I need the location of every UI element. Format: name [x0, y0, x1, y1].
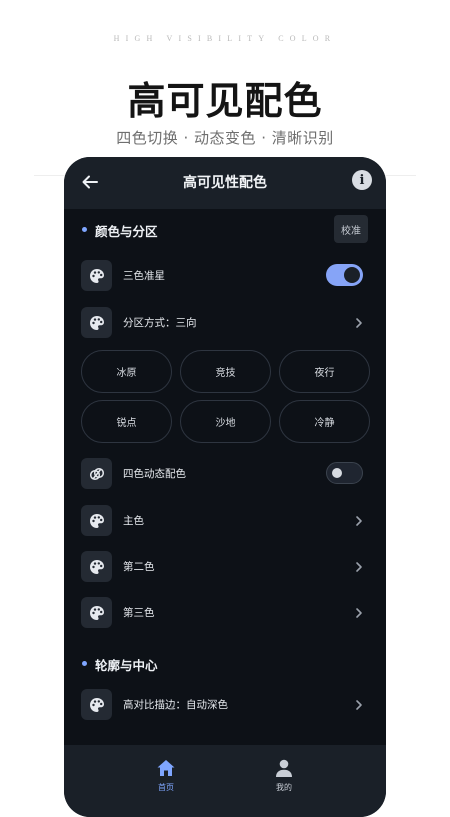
bottom-nav: 首页 我的	[64, 745, 386, 817]
toggle-knob	[332, 468, 342, 478]
row-primary-color[interactable]: 主色	[64, 501, 386, 541]
nav-home[interactable]: 首页	[136, 755, 196, 805]
chevron-right-icon	[353, 514, 365, 528]
info-icon: i	[359, 172, 365, 188]
palette-icon	[81, 689, 112, 720]
palette-icon	[81, 551, 112, 582]
phone-screen: 高可见性配色 i 颜色与分区 校准 三色准星 分区方式：三向 冰原 竞技 夜行 …	[64, 157, 386, 817]
chip-sand[interactable]: 沙地	[180, 400, 271, 443]
row-partition-mode[interactable]: 分区方式：三向	[64, 303, 386, 343]
section-title: 轮廓与中心	[95, 658, 158, 673]
chevron-right-icon	[353, 698, 365, 712]
section-dot	[82, 227, 87, 232]
nav-mine[interactable]: 我的	[254, 755, 314, 805]
chevron-right-icon	[353, 606, 365, 620]
app-bar: 高可见性配色 i	[64, 157, 386, 209]
preset-chip-grid: 冰原 竞技 夜行 锐点 沙地 冷静	[81, 350, 370, 443]
info-button[interactable]: i	[352, 170, 372, 190]
dynamic-color-toggle[interactable]	[326, 462, 363, 484]
tricolor-toggle[interactable]	[326, 264, 363, 286]
chevron-right-icon	[353, 316, 365, 330]
nav-mine-label: 我的	[276, 783, 292, 792]
chip-ice-field[interactable]: 冰原	[81, 350, 172, 393]
palette-icon	[81, 505, 112, 536]
section-header-color-zone: 颜色与分区 校准	[64, 215, 386, 245]
page-title: 高可见性配色	[183, 175, 267, 191]
row-label: 主色	[123, 515, 144, 527]
chevron-right-icon	[353, 560, 365, 574]
section-title: 颜色与分区	[95, 224, 158, 239]
chip-calm[interactable]: 冷静	[279, 400, 370, 443]
row-tertiary-color[interactable]: 第三色	[64, 593, 386, 633]
toggle-knob	[344, 267, 360, 283]
row-label: 第二色	[123, 561, 155, 573]
promo-title: 高可见配色	[127, 79, 323, 123]
palette-icon	[81, 260, 112, 291]
section-dot	[82, 661, 87, 666]
nav-home-label: 首页	[158, 783, 174, 792]
row-secondary-color[interactable]: 第二色	[64, 547, 386, 587]
link-ring-icon	[81, 458, 112, 489]
row-label: 第三色	[123, 607, 155, 619]
row-label: 分区方式：三向	[123, 317, 197, 329]
promo-subtitle: 四色切换 · 动态变色 · 清晰识别	[116, 129, 334, 147]
row-tricolor-crosshair[interactable]: 三色准星	[64, 256, 386, 296]
palette-icon	[81, 597, 112, 628]
chip-arena[interactable]: 竞技	[180, 350, 271, 393]
user-icon	[273, 757, 295, 779]
palette-icon	[81, 307, 112, 338]
promo-tagline: HIGH VISIBILITY COLOR	[113, 34, 337, 43]
row-label: 四色动态配色	[123, 468, 186, 480]
chip-night[interactable]: 夜行	[279, 350, 370, 393]
row-high-contrast-outline[interactable]: 高对比描边：自动深色	[64, 685, 386, 725]
section-header-outline-center: 轮廓与中心	[64, 649, 386, 679]
chip-sharp-point[interactable]: 锐点	[81, 400, 172, 443]
row-label: 三色准星	[123, 270, 165, 282]
row-label: 高对比描边：自动深色	[123, 699, 228, 711]
home-icon	[155, 757, 177, 779]
calibrate-button[interactable]: 校准	[334, 215, 368, 243]
row-dynamic-four-color[interactable]: 四色动态配色	[64, 454, 386, 494]
